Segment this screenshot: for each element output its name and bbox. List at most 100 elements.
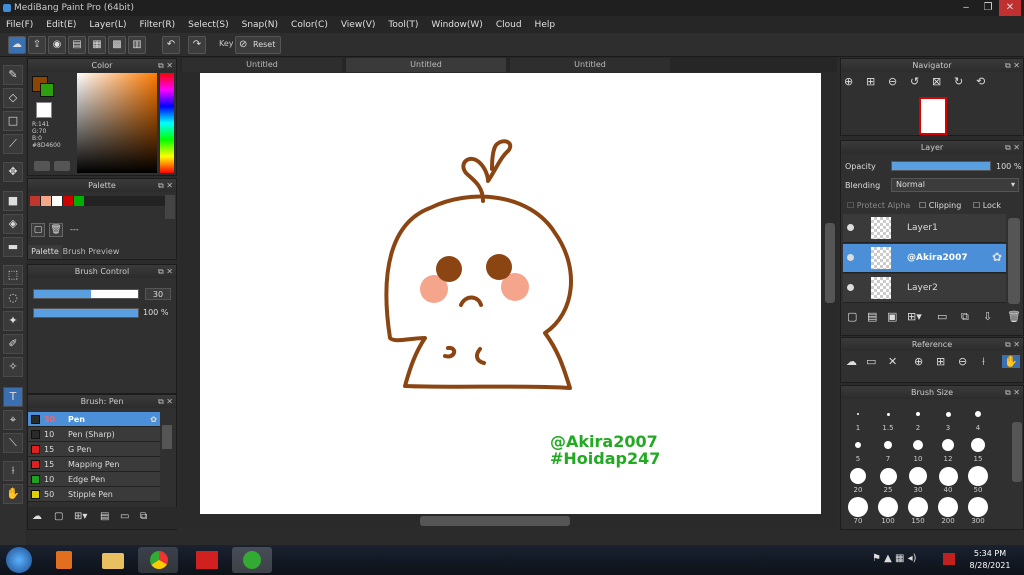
antivirus-tray-icon[interactable] (943, 553, 955, 565)
layer-opacity-slider[interactable] (891, 161, 991, 171)
brush-item[interactable]: 50 Stipple Pen (28, 487, 160, 502)
menu-window[interactable]: Window(W) (431, 20, 482, 30)
tab-untitled-1[interactable]: Untitled (182, 58, 342, 72)
explorer-icon[interactable] (92, 547, 132, 573)
reference-cloud-icon[interactable]: ☁ (846, 355, 857, 368)
duplicate-brush-icon[interactable]: ⧉ (140, 511, 147, 522)
ref-eyedropper-icon[interactable]: ⟊ (982, 355, 985, 369)
gradient-tool-icon[interactable]: ▬ (3, 237, 23, 257)
ref-zoom-out-icon[interactable]: ⊖ (958, 355, 967, 368)
palette-swatch[interactable] (74, 196, 84, 206)
brush-size-cell[interactable]: 100 (873, 497, 903, 527)
gear-icon[interactable]: ✿ (992, 250, 1002, 264)
brush-opacity-slider[interactable] (33, 308, 139, 318)
add-brush-icon[interactable]: ⊞▾ (74, 511, 87, 522)
layer-folder-icon[interactable]: ▭ (937, 310, 947, 323)
brush-size-cell[interactable]: 25 (873, 466, 903, 496)
duplicate-layer-icon[interactable]: ⧉ (961, 310, 969, 324)
trash-icon[interactable]: 🗑 (49, 223, 63, 237)
new-brush-icon[interactable]: ▢ (54, 511, 63, 522)
panel-controls-icon[interactable]: ⧉ ✕ (1005, 338, 1020, 351)
layer-row[interactable]: Layer2 (843, 274, 1006, 303)
transparent-swatch[interactable] (36, 102, 52, 118)
brush-size-cell[interactable]: 150 (903, 497, 933, 527)
tab-untitled-2[interactable]: Untitled (346, 58, 506, 72)
comment-icon[interactable]: ◉ (48, 36, 66, 54)
flip-icon[interactable]: ⊠ (932, 75, 941, 88)
ref-hand-icon[interactable]: ✋ (1002, 355, 1020, 368)
panel-controls-icon[interactable]: ⧉ ✕ (1005, 141, 1020, 154)
lock-checkbox[interactable]: ☐ Lock (973, 201, 1001, 210)
panel-controls-icon[interactable]: ⧉ ✕ (1005, 386, 1020, 399)
zoom-out-icon[interactable]: ⊖ (888, 75, 897, 88)
reset-view-icon[interactable]: ⟲ (976, 75, 985, 88)
text-tool-icon[interactable]: T (3, 387, 23, 407)
brush-size-cell[interactable]: 50 (963, 466, 993, 496)
paint-app-icon[interactable] (186, 547, 226, 573)
brush-size-cell[interactable]: 7 (873, 435, 903, 465)
open-reference-icon[interactable]: ▭ (866, 355, 876, 368)
menu-select[interactable]: Select(S) (188, 20, 229, 30)
tab-brush-preview[interactable]: Brush Preview (62, 245, 120, 259)
palette-scrollbar[interactable] (165, 195, 175, 219)
line-tool-icon[interactable]: ⟋ (3, 134, 23, 154)
menu-edit[interactable]: Edit(E) (46, 20, 76, 30)
minimize-button[interactable]: ‒ (955, 0, 977, 16)
tab-untitled-3[interactable]: Untitled (510, 58, 670, 72)
brush-settings-icon[interactable]: ▤ (100, 511, 109, 522)
move-tool-icon[interactable]: ✥ (3, 162, 23, 182)
hand-tool-icon[interactable]: ✋ (3, 484, 23, 504)
brush-size-slider[interactable] (33, 289, 139, 299)
layer-row[interactable]: Layer1 (843, 214, 1006, 243)
navigator-preview[interactable] (919, 97, 947, 135)
zoom-in-icon[interactable]: ⊕ (844, 75, 853, 88)
palette-swatch[interactable] (63, 196, 73, 206)
brush-size-cell[interactable]: 70 (843, 497, 873, 527)
panel-controls-icon[interactable]: ⧉ ✕ (158, 179, 173, 192)
brush-size-cell[interactable]: 10 (903, 435, 933, 465)
select-rect-icon[interactable]: ⬚ (3, 265, 23, 285)
new-mono-layer-icon[interactable]: ▣ (887, 310, 897, 323)
fill-rect-icon[interactable]: ■ (3, 191, 23, 211)
menu-tool[interactable]: Tool(T) (388, 20, 418, 30)
fit-icon[interactable]: ⊞ (866, 75, 875, 88)
palette-swatch[interactable] (41, 196, 51, 206)
tray-icons[interactable]: ⚑ ▲ ▦ ◂) (872, 553, 917, 564)
redo-icon[interactable]: ↷ (188, 36, 206, 54)
eraser-tool-icon[interactable]: ◇ (3, 88, 23, 108)
brush-size-cell[interactable]: 5 (843, 435, 873, 465)
new-palette-icon[interactable]: ▢ (31, 223, 45, 237)
menu-view[interactable]: View(V) (341, 20, 376, 30)
start-button[interactable] (6, 547, 32, 573)
layer-scrollbar[interactable] (1008, 218, 1020, 304)
menu-layer[interactable]: Layer(L) (89, 20, 126, 30)
color-mode-button[interactable] (34, 161, 50, 171)
brush-tool-icon[interactable]: ✎ (3, 65, 23, 85)
brush-size-cell[interactable]: 15 (963, 435, 993, 465)
palette-swatch[interactable] (30, 196, 40, 206)
brush-item[interactable]: 10 Edge Pen (28, 472, 160, 487)
panel-controls-icon[interactable]: ⧉ ✕ (158, 59, 173, 72)
menu-cloud[interactable]: Cloud (496, 20, 522, 30)
brush-size-cell[interactable]: 20 (843, 466, 873, 496)
message-icon[interactable]: ▤ (68, 36, 86, 54)
visibility-icon[interactable] (847, 284, 854, 291)
operation-tool-icon[interactable]: ⌖ (3, 410, 23, 430)
gear-icon[interactable]: ✿ (150, 412, 157, 427)
rotate-left-icon[interactable]: ↺ (910, 75, 919, 88)
brush-cloud-icon[interactable]: ☁ (32, 511, 42, 522)
hue-slider[interactable] (160, 73, 174, 173)
brush-item[interactable]: 10 Pen (Sharp) (28, 427, 160, 442)
restore-button[interactable]: ❐ (977, 0, 999, 16)
medibang-icon[interactable] (232, 547, 272, 573)
dot-tool-icon[interactable]: □ (3, 111, 23, 131)
brush-size-cell[interactable]: 1 (843, 404, 873, 434)
brush-size-cell[interactable]: 1.5 (873, 404, 903, 434)
color-picker-button[interactable] (54, 161, 70, 171)
menu-help[interactable]: Help (535, 20, 556, 30)
brush-size-cell[interactable]: 40 (933, 466, 963, 496)
share-icon[interactable]: ⇪ (28, 36, 46, 54)
brush-size-scrollbar[interactable] (1012, 422, 1022, 482)
clock[interactable]: 5:34 PM 8/28/2021 (962, 548, 1018, 572)
brush-size-cell[interactable]: 200 (933, 497, 963, 527)
